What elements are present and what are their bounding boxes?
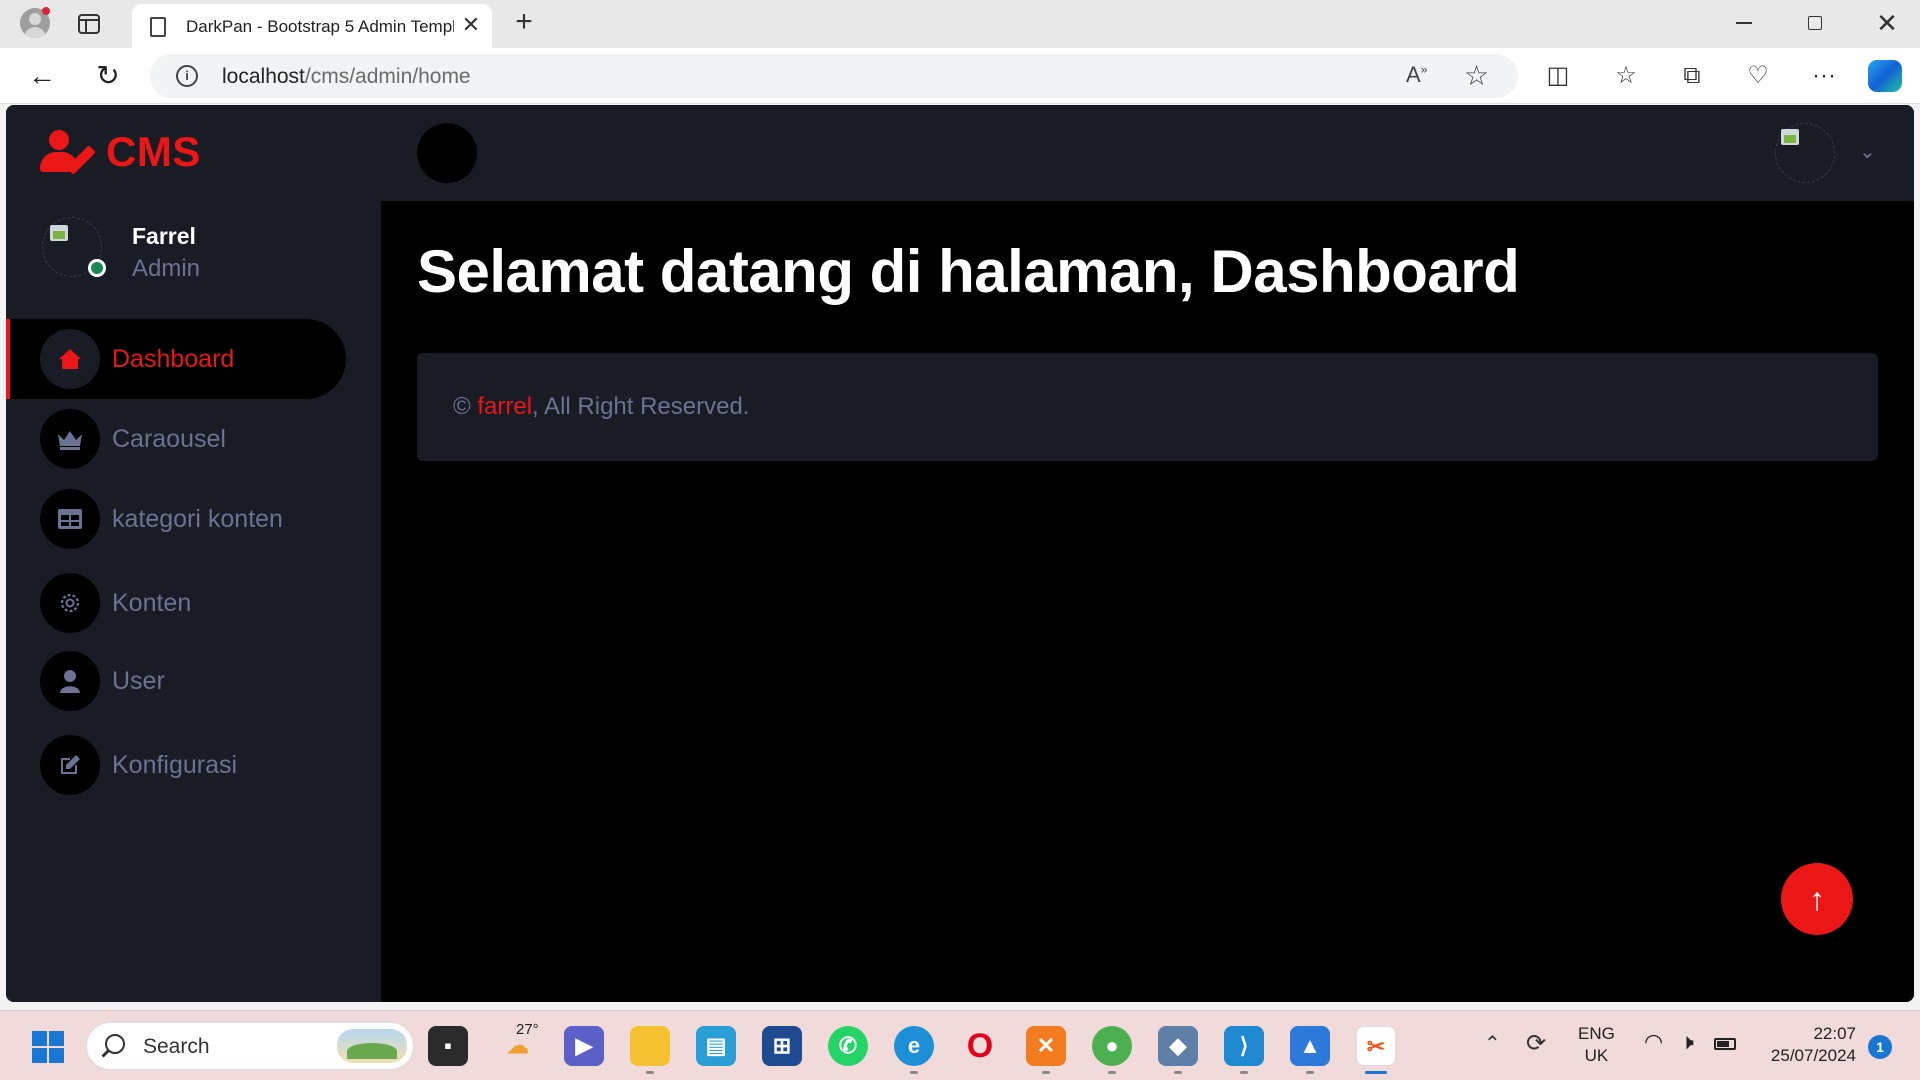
chevron-up-icon[interactable]: ⌃	[1484, 1031, 1501, 1056]
sidebar-profile: Farrel Admin	[42, 217, 342, 283]
taskbar-search[interactable]: Search	[86, 1022, 414, 1070]
sync-icon[interactable]: ⟳	[1526, 1029, 1546, 1058]
navbar-avatar[interactable]	[1775, 123, 1835, 183]
sidebar-item-label: User	[112, 666, 165, 695]
main-content: Selamat datang di halaman, Dashboard © f…	[381, 201, 1914, 1002]
chevron-down-icon[interactable]: ⌄	[1859, 139, 1876, 164]
profile-name: Farrel	[132, 223, 196, 249]
sidebar-item-caraousel[interactable]: Caraousel	[6, 399, 346, 479]
search-label: Search	[143, 1035, 210, 1058]
xampp-icon[interactable]: ✕	[1026, 1026, 1066, 1066]
edge-icon[interactable]: e	[894, 1026, 934, 1066]
sidebar-item-label: Dashboard	[112, 344, 235, 373]
sidebar: CMS Farrel Admin Dashboard Caraousel kat…	[6, 105, 381, 1002]
page-title: Selamat datang di halaman, Dashboard	[417, 238, 1520, 305]
tab-title: DarkPan - Bootstrap 5 Admin Template	[186, 17, 454, 36]
table-icon	[40, 489, 100, 549]
running-indicator	[910, 1071, 918, 1074]
more-menu-icon[interactable]: ···	[1806, 58, 1842, 94]
vscode-icon[interactable]: ⟩	[1224, 1026, 1264, 1066]
weather-temp: 27°	[516, 1021, 539, 1038]
collections-icon[interactable]: ⧉	[1674, 58, 1710, 94]
edit-icon	[40, 735, 100, 795]
chrome-icon[interactable]: ●	[1092, 1026, 1132, 1066]
page-viewport: CMS Farrel Admin Dashboard Caraousel kat…	[6, 105, 1914, 1002]
footer-copyright: © farrel, All Right Reserved.	[453, 393, 750, 420]
page-icon	[150, 17, 166, 37]
clock[interactable]: 22:07 25/07/2024	[1760, 1023, 1856, 1067]
search-highlight-image	[337, 1029, 407, 1063]
brand-logo[interactable]: CMS	[40, 127, 201, 177]
browser-tab[interactable]: DarkPan - Bootstrap 5 Admin Template ✕	[132, 4, 492, 48]
profile-role: Admin	[132, 255, 201, 282]
sidebar-item-konfigurasi[interactable]: Konfigurasi	[6, 725, 346, 805]
wifi-icon[interactable]: ◠	[1644, 1029, 1663, 1055]
running-indicator	[1108, 1071, 1116, 1074]
site-info-icon[interactable]: i	[176, 65, 198, 87]
restore-button[interactable]	[1808, 16, 1822, 30]
sidebar-item-dashboard[interactable]: Dashboard	[6, 319, 346, 399]
running-indicator	[1240, 1071, 1248, 1074]
back-button[interactable]: ←	[24, 58, 60, 94]
running-indicator	[1174, 1071, 1182, 1074]
virtualbox-icon[interactable]: ◆	[1158, 1026, 1198, 1066]
browser-tab-strip: DarkPan - Bootstrap 5 Admin Template ✕ +…	[0, 0, 1920, 48]
favorite-star-icon[interactable]: ☆	[1464, 59, 1489, 92]
sidebar-item-kategori-konten[interactable]: kategori konten	[6, 479, 346, 559]
reload-button[interactable]: ↻	[90, 58, 126, 94]
windows-start-icon[interactable]	[32, 1031, 64, 1063]
file-explorer-icon[interactable]	[630, 1026, 670, 1066]
task-view-icon[interactable]: ▪	[428, 1026, 468, 1066]
teams-icon[interactable]: ▶	[564, 1026, 604, 1066]
browser-toolbar: ← ↻ i localhost/cms/admin/home A» ☆ ◫ ☆ …	[0, 48, 1920, 104]
back-to-top-button[interactable]: ↑	[1781, 863, 1853, 935]
footer: © farrel, All Right Reserved.	[417, 353, 1878, 461]
home-icon	[40, 329, 100, 389]
sidebar-item-label: kategori konten	[112, 504, 283, 533]
close-tab-button[interactable]: ✕	[458, 12, 484, 38]
user-icon	[40, 651, 100, 711]
running-indicator	[646, 1071, 654, 1074]
profile-notification-dot	[42, 7, 50, 15]
sidebar-item-label: Konfigurasi	[112, 750, 238, 779]
minimize-button[interactable]	[1736, 22, 1752, 24]
close-window-button[interactable]: ✕	[1870, 6, 1904, 40]
sidebar-item-konten[interactable]: Konten	[6, 563, 346, 643]
running-indicator	[1042, 1071, 1050, 1074]
online-status-dot	[88, 259, 106, 277]
battery-icon[interactable]	[1714, 1038, 1736, 1050]
sidebar-item-user[interactable]: User	[6, 641, 346, 721]
notification-badge[interactable]: 1	[1868, 1035, 1892, 1059]
browser-essentials-icon[interactable]: ♡	[1740, 58, 1776, 94]
sidebar-toggle-button[interactable]	[417, 123, 477, 183]
url-text[interactable]: localhost/cms/admin/home	[222, 65, 471, 89]
sidebar-item-label: Caraousel	[112, 424, 226, 453]
microsoft-store-icon[interactable]: ⊞	[762, 1026, 802, 1066]
language-indicator[interactable]: ENG UK	[1578, 1023, 1615, 1067]
footer-author-link[interactable]: farrel	[477, 393, 532, 420]
active-indicator	[1365, 1071, 1387, 1074]
control-panel-icon[interactable]: ▤	[696, 1026, 736, 1066]
snipping-tool-icon[interactable]: ✂	[1356, 1026, 1396, 1066]
taskbar: Search ▪ ☁ 27° ▶ ▤ ⊞ ✆ e O ✕ ● ◆ ⟩ ▲ ✂ ⌃…	[0, 1010, 1920, 1080]
running-indicator	[1306, 1071, 1314, 1074]
address-bar[interactable]: i localhost/cms/admin/home A» ☆	[150, 54, 1518, 98]
brand-text: CMS	[106, 128, 201, 175]
read-aloud-icon[interactable]: A»	[1406, 62, 1427, 88]
favorites-icon[interactable]: ☆	[1608, 58, 1644, 94]
tab-actions-icon[interactable]	[78, 14, 100, 34]
volume-muted-icon[interactable]: 🕨	[1680, 1029, 1694, 1055]
gear-icon	[40, 573, 100, 633]
opera-icon[interactable]: O	[960, 1026, 1000, 1066]
crown-icon	[40, 409, 100, 469]
split-screen-icon[interactable]: ◫	[1540, 58, 1576, 94]
user-edit-icon	[40, 130, 96, 175]
photos-icon[interactable]: ▲	[1290, 1026, 1330, 1066]
new-tab-button[interactable]: +	[508, 6, 540, 38]
top-navbar: ⌄	[381, 105, 1914, 201]
sidebar-item-label: Konten	[112, 588, 192, 617]
copilot-icon[interactable]	[1868, 60, 1902, 92]
search-icon	[105, 1034, 125, 1054]
whatsapp-icon[interactable]: ✆	[828, 1026, 868, 1066]
